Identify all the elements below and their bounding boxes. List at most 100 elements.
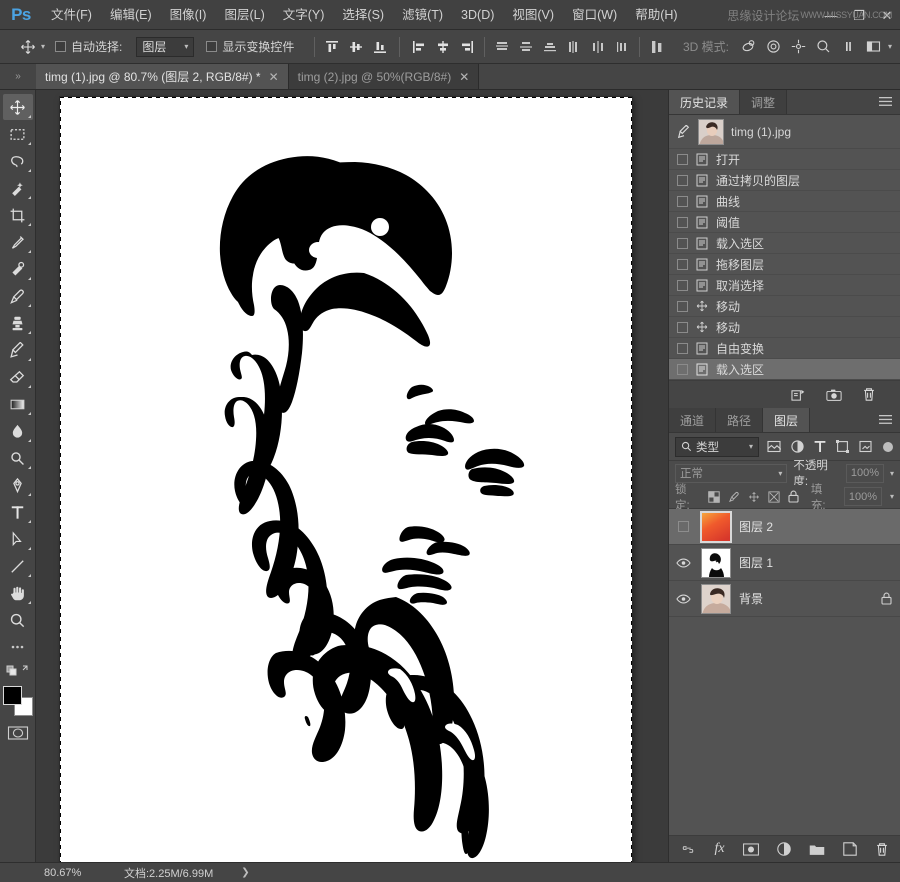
- crop-tool[interactable]: [3, 202, 33, 228]
- foreground-color-swatch[interactable]: [3, 686, 22, 705]
- align-right-edges-icon[interactable]: [456, 36, 478, 58]
- tab-adjustments[interactable]: 调整: [740, 90, 787, 114]
- history-snapshot-checkbox[interactable]: [677, 322, 688, 333]
- horizontal-type-tool[interactable]: [3, 499, 33, 525]
- menu-item-filter[interactable]: 滤镜(T): [393, 0, 452, 30]
- panel-menu-icon[interactable]: [879, 414, 892, 425]
- clone-stamp-tool[interactable]: [3, 310, 33, 336]
- document-canvas[interactable]: [60, 97, 632, 862]
- auto-select-checkbox[interactable]: 自动选择:: [55, 38, 128, 55]
- history-state-open[interactable]: 打开: [669, 149, 900, 170]
- maximize-icon[interactable]: ❐: [852, 8, 866, 22]
- auto-select-scope-dropdown[interactable]: 图层 ▾: [136, 37, 194, 57]
- filter-type-icon[interactable]: [814, 440, 826, 453]
- chevron-down-icon[interactable]: ▾: [890, 469, 894, 478]
- tab-history[interactable]: 历史记录: [669, 90, 740, 114]
- history-source-row[interactable]: timg (1).jpg: [669, 115, 900, 149]
- menu-item-image[interactable]: 图像(I): [161, 0, 216, 30]
- history-snapshot-checkbox[interactable]: [677, 175, 688, 186]
- distribute-right-edges-icon[interactable]: [611, 36, 633, 58]
- history-state-deselect[interactable]: 取消选择: [669, 275, 900, 296]
- delete-layer-button[interactable]: [875, 842, 889, 857]
- align-left-edges-icon[interactable]: [408, 36, 430, 58]
- status-bar-menu-arrow[interactable]: ❯: [241, 867, 249, 878]
- tab-channels[interactable]: 通道: [669, 408, 716, 432]
- filter-shape-icon[interactable]: [836, 440, 849, 453]
- new-group-button[interactable]: [809, 843, 825, 856]
- layer-visibility-toggle[interactable]: [673, 520, 693, 533]
- distribute-top-edges-icon[interactable]: [491, 36, 513, 58]
- new-snapshot-button[interactable]: [826, 388, 842, 402]
- close-icon[interactable]: ✕: [269, 70, 279, 84]
- pan-3d-icon[interactable]: [788, 36, 810, 58]
- gradient-tool[interactable]: [3, 391, 33, 417]
- filter-adjustment-icon[interactable]: [791, 440, 804, 453]
- quick-selection-tool[interactable]: [3, 175, 33, 201]
- zoom-tool[interactable]: [3, 607, 33, 633]
- history-snapshot-checkbox[interactable]: [677, 259, 688, 270]
- menu-item-layer[interactable]: 图层(L): [215, 0, 273, 30]
- menu-item-select[interactable]: 选择(S): [333, 0, 393, 30]
- distribute-vertical-centers-icon[interactable]: [515, 36, 537, 58]
- scale-3d-icon[interactable]: [838, 36, 860, 58]
- move-tool[interactable]: [3, 94, 33, 120]
- lasso-tool[interactable]: [3, 148, 33, 174]
- layer-visibility-toggle[interactable]: [673, 593, 693, 605]
- layer-row-layer-1[interactable]: 图层 1: [669, 545, 900, 581]
- canvas-area[interactable]: [36, 90, 668, 862]
- history-state-drag-layer[interactable]: 拖移图层: [669, 254, 900, 275]
- layer-filter-type-dropdown[interactable]: 类型 ▾: [675, 437, 759, 457]
- history-state-move-2[interactable]: 移动: [669, 317, 900, 338]
- lock-transparent-pixels-icon[interactable]: [708, 491, 720, 503]
- menu-item-3d[interactable]: 3D(D): [452, 0, 503, 30]
- lock-artboard-nesting-icon[interactable]: [768, 491, 780, 503]
- minimize-icon[interactable]: —: [824, 8, 838, 22]
- blur-tool[interactable]: [3, 418, 33, 444]
- document-tab-2[interactable]: timg (2).jpg @ 50%(RGB/8#) ✕: [289, 64, 480, 89]
- path-selection-tool[interactable]: [3, 526, 33, 552]
- history-snapshot-checkbox[interactable]: [677, 238, 688, 249]
- history-snapshot-checkbox[interactable]: [677, 154, 688, 165]
- align-vertical-centers-icon[interactable]: [345, 36, 367, 58]
- history-brush-tool[interactable]: [3, 337, 33, 363]
- history-snapshot-checkbox[interactable]: [677, 364, 688, 375]
- history-state-curves[interactable]: 曲线: [669, 191, 900, 212]
- auto-align-layers-icon[interactable]: [646, 36, 668, 58]
- history-snapshot-checkbox[interactable]: [677, 196, 688, 207]
- document-tab-1[interactable]: timg (1).jpg @ 80.7% (图层 2, RGB/8#) * ✕: [36, 64, 289, 89]
- brush-tool[interactable]: [3, 283, 33, 309]
- layer-thumbnail[interactable]: [701, 548, 731, 578]
- dodge-tool[interactable]: [3, 445, 33, 471]
- zoom-level[interactable]: 80.67%: [36, 867, 98, 879]
- new-document-from-state-button[interactable]: [791, 388, 806, 402]
- history-state-free-transform[interactable]: 自由变换: [669, 338, 900, 359]
- link-layers-button[interactable]: [680, 844, 696, 855]
- lock-image-pixels-icon[interactable]: [728, 491, 740, 503]
- layer-name[interactable]: 图层 2: [739, 518, 892, 535]
- tab-paths[interactable]: 路径: [716, 408, 763, 432]
- eraser-tool[interactable]: [3, 364, 33, 390]
- panel-collapse-handle[interactable]: »: [0, 63, 36, 89]
- menu-item-edit[interactable]: 编辑(E): [101, 0, 161, 30]
- distribute-horizontal-centers-icon[interactable]: [587, 36, 609, 58]
- menu-item-window[interactable]: 窗口(W): [563, 0, 626, 30]
- edit-toolbar-tool[interactable]: [3, 634, 33, 660]
- distribute-bottom-edges-icon[interactable]: [539, 36, 561, 58]
- chevron-down-icon[interactable]: ▾: [890, 492, 894, 501]
- eyedropper-tool[interactable]: [3, 229, 33, 255]
- new-layer-button[interactable]: [843, 842, 857, 856]
- history-state-threshold[interactable]: 阈值: [669, 212, 900, 233]
- distribute-left-edges-icon[interactable]: [563, 36, 585, 58]
- layer-name[interactable]: 图层 1: [739, 554, 892, 571]
- history-snapshot-checkbox[interactable]: [677, 280, 688, 291]
- close-icon[interactable]: ✕: [459, 70, 469, 84]
- workspace-switcher-icon[interactable]: [863, 36, 885, 58]
- line-tool[interactable]: [3, 553, 33, 579]
- history-state-load-selection-2[interactable]: 载入选区: [669, 359, 900, 380]
- color-swatches[interactable]: [3, 686, 33, 716]
- quick-mask-mode-icon[interactable]: [7, 724, 29, 742]
- chevron-down-icon[interactable]: ▾: [888, 42, 892, 51]
- delete-state-button[interactable]: [862, 387, 876, 402]
- rectangular-marquee-tool[interactable]: [3, 121, 33, 147]
- menu-item-type[interactable]: 文字(Y): [274, 0, 334, 30]
